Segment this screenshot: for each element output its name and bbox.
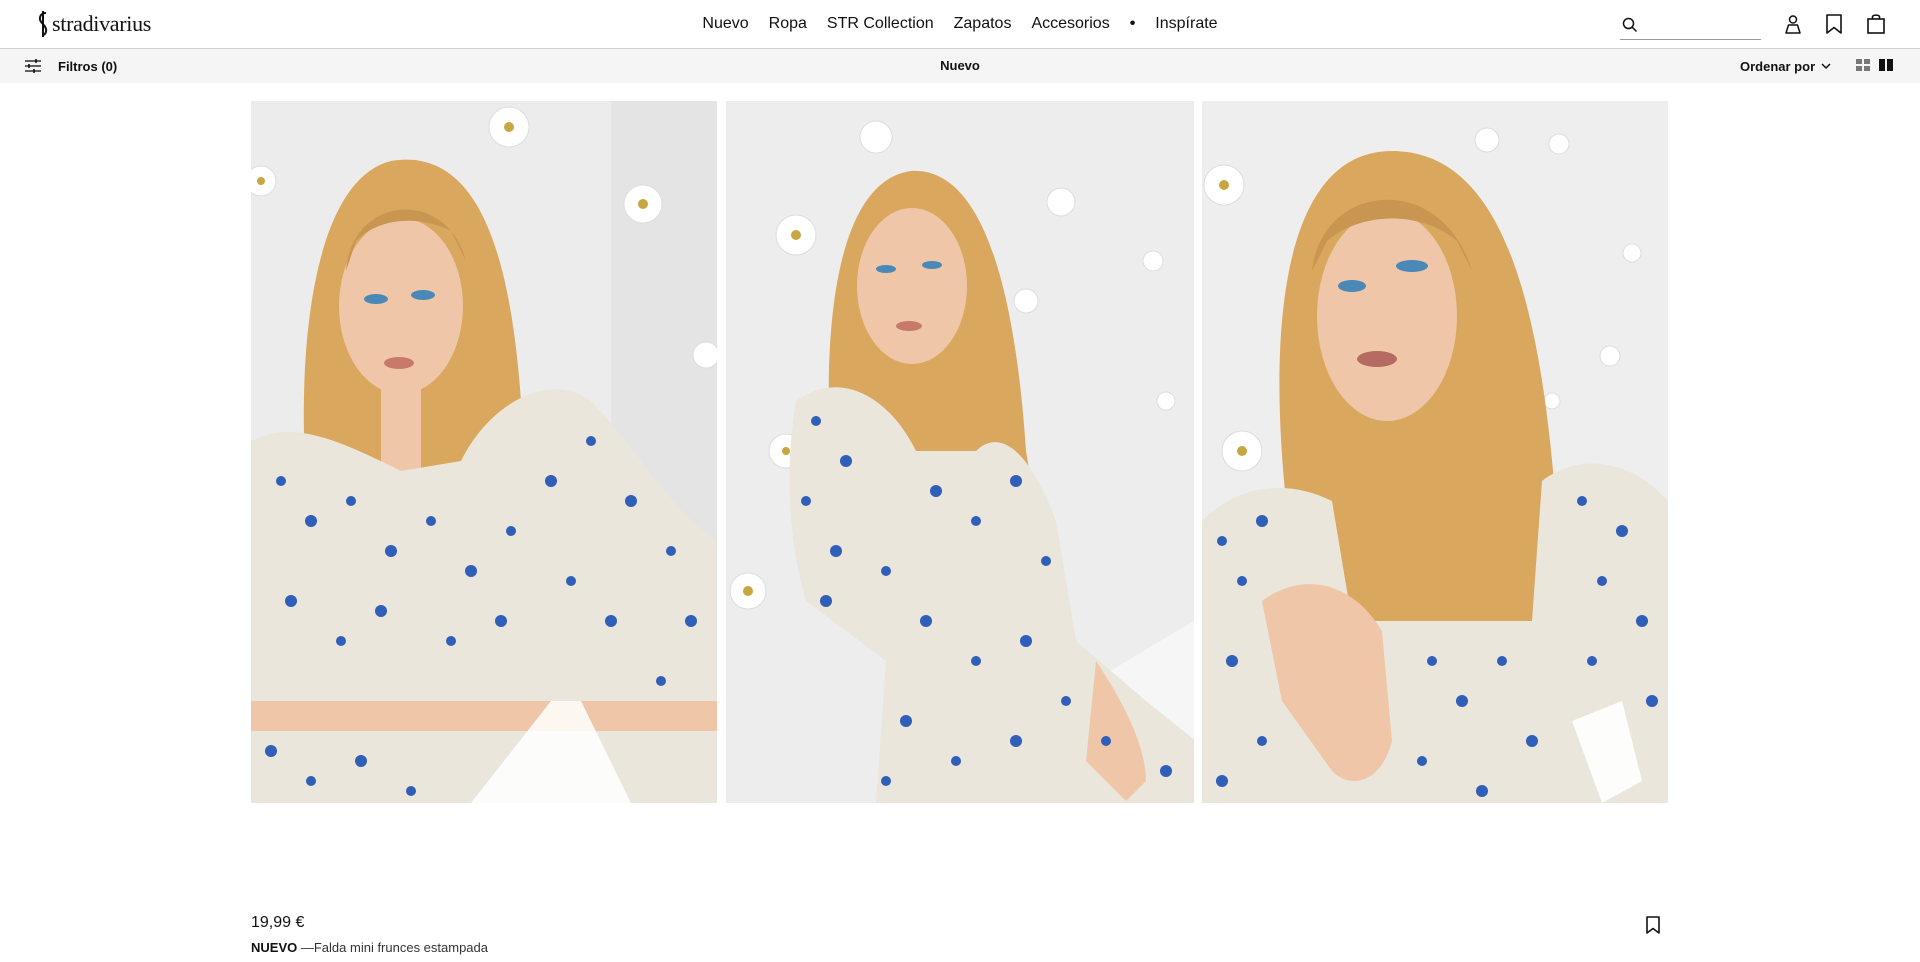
sort-dropdown[interactable]: Ordenar por — [1740, 49, 1832, 83]
cart-button[interactable] — [1864, 12, 1888, 36]
filter-sliders-icon — [25, 59, 41, 73]
grid-view-icon — [1856, 59, 1870, 71]
shopping-bag-icon — [1867, 14, 1885, 34]
nav-item-nuevo[interactable]: Nuevo — [692, 0, 758, 48]
search-input[interactable] — [1644, 13, 1754, 36]
product-name: —Falda mini frunces estampada — [300, 940, 489, 955]
sort-label: Ordenar por — [1740, 58, 1816, 74]
new-badge: NUEVO — [251, 940, 298, 955]
nav-item-inspirate[interactable]: Inspírate — [1145, 0, 1227, 48]
wishlist-button[interactable] — [1822, 12, 1846, 36]
search-icon[interactable] — [1622, 17, 1638, 33]
grid-view-button[interactable] — [1855, 57, 1871, 73]
bookmark-icon — [1826, 14, 1842, 34]
nav-item-ropa[interactable]: Ropa — [759, 0, 817, 48]
two-column-view-icon — [1879, 59, 1893, 71]
user-icon — [1785, 15, 1801, 34]
nav-separator: • — [1129, 15, 1136, 32]
add-to-wishlist-button[interactable] — [1644, 915, 1662, 935]
filters-button[interactable]: Filtros (0) — [24, 49, 117, 83]
site-header: stradivarius Nuevo Ropa STR Collection Z… — [0, 0, 1920, 49]
filter-bar: Filtros (0) Nuevo Ordenar por — [0, 49, 1920, 83]
nav-item-zapatos[interactable]: Zapatos — [944, 0, 1022, 48]
logo-mark-icon — [38, 11, 48, 37]
product-gallery — [251, 101, 1668, 803]
product-image-seated[interactable] — [726, 101, 1194, 803]
category-title: Nuevo — [940, 58, 980, 73]
chevron-down-icon — [1821, 63, 1831, 70]
bookmark-icon — [1646, 916, 1660, 934]
search-box[interactable] — [1620, 10, 1761, 40]
product-image-front[interactable] — [251, 101, 717, 803]
logo-text: stradivarius — [52, 11, 152, 36]
stradivarius-logo[interactable]: stradivarius — [34, 8, 151, 40]
nav-item-accesorios[interactable]: Accesorios — [1021, 0, 1119, 48]
filters-label: Filtros (0) — [58, 58, 118, 74]
nav-item-str-collection[interactable]: STR Collection — [817, 0, 944, 48]
model-closeup-photo — [1202, 101, 1668, 803]
model-front-photo — [251, 101, 717, 803]
model-seated-photo — [726, 101, 1194, 803]
account-button[interactable] — [1781, 12, 1805, 36]
product-price: 19,99 € — [251, 914, 305, 931]
two-column-view-button[interactable] — [1878, 57, 1894, 73]
product-title[interactable]: NUEVO —Falda mini frunces estampada — [251, 940, 488, 955]
product-image-closeup[interactable] — [1202, 101, 1668, 803]
